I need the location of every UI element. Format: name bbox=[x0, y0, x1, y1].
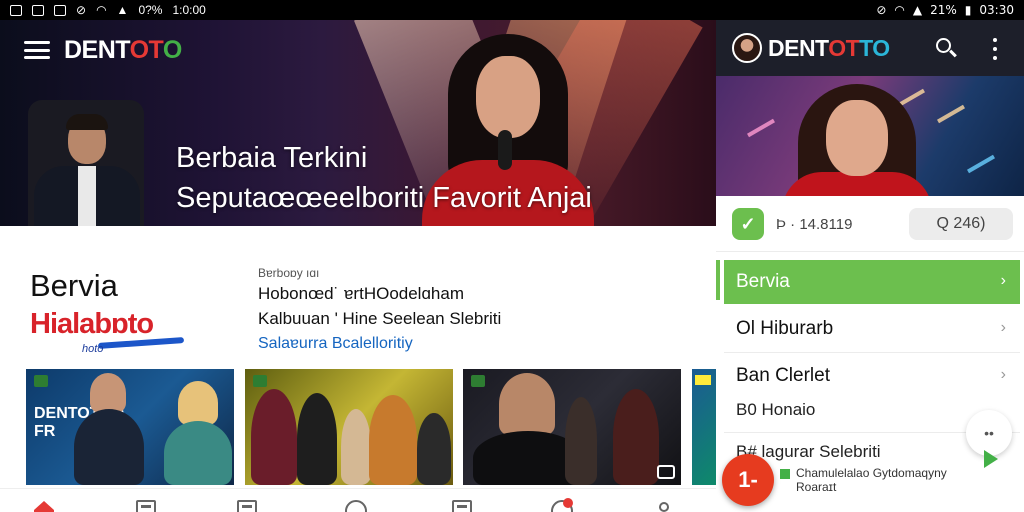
article-meta: Bɐrboɒy ıɑı bbox=[258, 266, 320, 280]
folder-tab-icon[interactable] bbox=[448, 497, 476, 512]
brand-tagline: hoto bbox=[82, 343, 104, 355]
thumbnail-card[interactable] bbox=[692, 369, 716, 485]
panel-logo[interactable]: DENTOTTO bbox=[768, 35, 890, 62]
thumbnail-card[interactable] bbox=[463, 369, 681, 485]
app-bar: DENTOTO bbox=[0, 20, 716, 80]
hero-title: Berbaia Terkini Seputaœœeelboriti Favori… bbox=[176, 142, 592, 214]
stats-row: ✓ Þ · 14.8119 Q 246) bbox=[716, 196, 1024, 252]
left-battery-text: 0?% bbox=[138, 3, 163, 17]
article-headline[interactable]: Hobonœd˙ ɐrtHOodelɑham bbox=[258, 284, 464, 304]
left-time: 1:0:00 bbox=[172, 3, 206, 17]
primary-fab-button[interactable]: 1- bbox=[722, 454, 774, 506]
chevron-right-icon: › bbox=[1000, 272, 1006, 289]
menu-item-hiburan[interactable]: Ol Hiburarb › bbox=[724, 307, 1020, 351]
brand-logo: Hialabɒto bbox=[30, 308, 185, 349]
image-icon bbox=[32, 4, 44, 16]
play-icon[interactable] bbox=[984, 450, 998, 468]
hero-host-image bbox=[20, 96, 150, 226]
menu-sub-label[interactable]: B0 Honaio bbox=[736, 400, 815, 420]
chevron-right-icon: › bbox=[1000, 319, 1006, 336]
channel-badge bbox=[695, 375, 711, 385]
stat-value: Þ · 14.8119 bbox=[776, 216, 853, 233]
check-button[interactable]: ✓ bbox=[732, 208, 764, 240]
article-subheadline[interactable]: Kalbuuan ' Hine Seelean Slebriti bbox=[258, 309, 501, 329]
signal-icon: ▲ bbox=[912, 3, 923, 17]
expand-icon[interactable] bbox=[657, 465, 675, 479]
app-logo[interactable]: DENTOTO bbox=[64, 36, 182, 65]
home-tab-icon[interactable] bbox=[30, 497, 58, 512]
status-bar: ⊘ ◠ ▲ 0?% 1:0:00 ⊘ ◠ ▲ 21% ▮ 03:30 bbox=[0, 0, 1024, 20]
wifi-icon: ◠ bbox=[96, 3, 107, 17]
scroll-indicator bbox=[716, 260, 720, 300]
channel-badge bbox=[253, 375, 267, 387]
channel-badge bbox=[471, 375, 485, 387]
channel-badge bbox=[34, 375, 48, 387]
more-options-icon[interactable] bbox=[990, 38, 1000, 60]
menu-item-bervia[interactable]: Bervia › bbox=[724, 260, 1020, 304]
bookmark-tab-icon[interactable] bbox=[233, 497, 261, 512]
thumbnail-row: DENTOTOO FR bbox=[0, 369, 716, 485]
notification-icon bbox=[54, 4, 66, 16]
lock-tab-icon[interactable] bbox=[342, 497, 370, 512]
status-square bbox=[780, 469, 790, 479]
search-icon[interactable] bbox=[934, 36, 958, 60]
panel-header: DENTOTTO bbox=[716, 20, 1024, 76]
vibrate-icon: ⊘ bbox=[876, 3, 887, 17]
search-pill-button[interactable]: Q 246) bbox=[909, 208, 1013, 240]
main-app: DENTOTO Berbaia Terkini Seputaœœeelborit… bbox=[0, 20, 716, 512]
divider bbox=[724, 352, 1020, 353]
battery-icon: ▮ bbox=[964, 3, 972, 17]
hero-banner[interactable]: DENTOTO Berbaia Terkini Seputaœœeelborit… bbox=[0, 20, 716, 226]
thumbnail-card[interactable] bbox=[245, 369, 453, 485]
clock: 03:30 bbox=[979, 3, 1014, 17]
avatar[interactable] bbox=[732, 33, 762, 63]
favorite-tab-icon[interactable] bbox=[548, 497, 576, 512]
thumbnail-card[interactable]: DENTOTOO FR bbox=[26, 369, 234, 485]
panel-hero-image[interactable] bbox=[716, 76, 1024, 196]
share-tab-icon[interactable] bbox=[132, 497, 160, 512]
news-section: Bervia Hialabɒto hoto Bɐrboɒy ıɑı Hobonœ… bbox=[0, 226, 716, 366]
side-panel-app: DENTOTTO ✓ Þ · 14.8119 Q 246) Bervia › O… bbox=[716, 20, 1024, 512]
mute-icon: ⊘ bbox=[76, 3, 87, 17]
hamburger-menu-icon[interactable] bbox=[22, 38, 52, 62]
menu-item-clerlet[interactable]: Ban Clerlet › bbox=[724, 354, 1020, 398]
chevron-right-icon: › bbox=[1000, 366, 1006, 383]
profile-tab-icon[interactable] bbox=[650, 497, 678, 512]
wifi-icon: ◠ bbox=[894, 3, 905, 17]
signal-icon: ▲ bbox=[116, 3, 129, 17]
section-title: Bervia bbox=[30, 268, 118, 303]
bottom-navigation bbox=[0, 488, 716, 512]
notification-dot bbox=[563, 498, 573, 508]
battery-percent: 21% bbox=[930, 3, 957, 17]
read-more-link[interactable]: Salaɐurra Bcalelloritiy bbox=[258, 335, 413, 353]
gallery-icon bbox=[10, 4, 22, 16]
footer-caption: Chamulelalao Gytdomaqyny Roaraɪt bbox=[796, 466, 947, 494]
